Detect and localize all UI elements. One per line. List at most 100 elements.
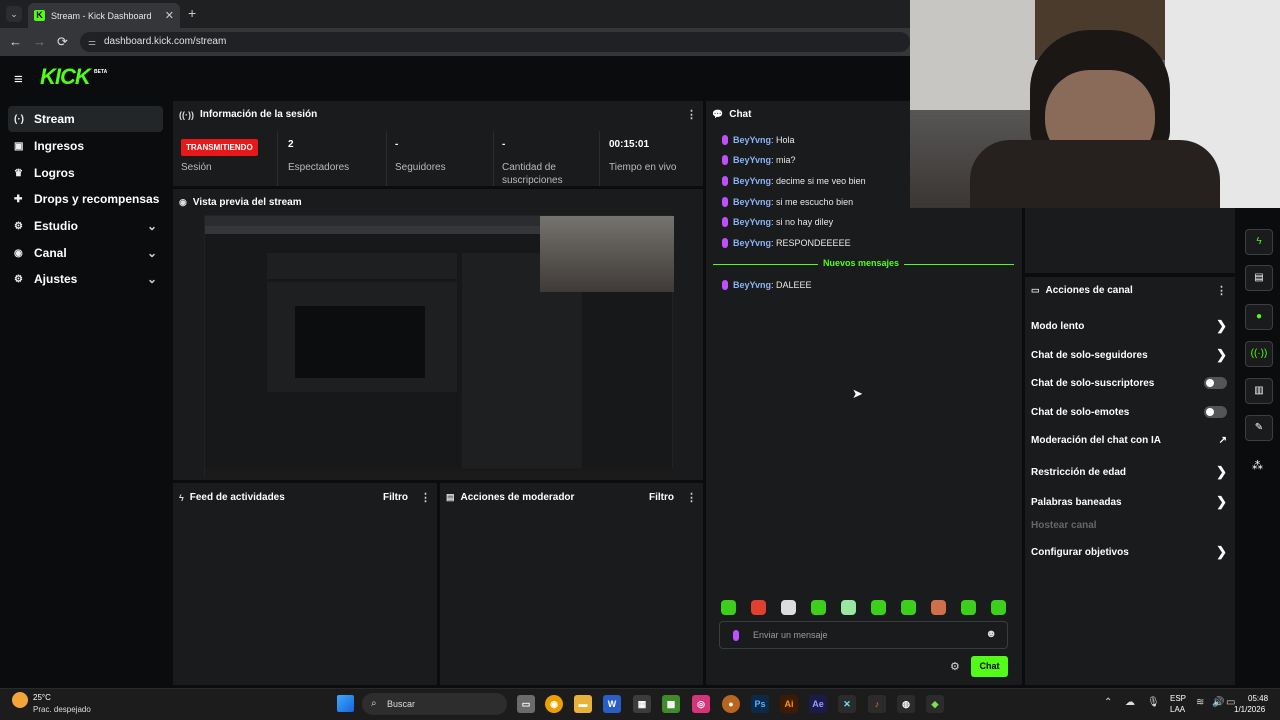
cloud-icon[interactable]: ☁ [1125,697,1135,708]
more-options-icon[interactable]: ⋮ [420,491,431,504]
session-title: Información de la sesión [200,109,318,120]
emote-icon[interactable] [901,600,916,615]
more-options-icon[interactable]: ⋮ [1216,284,1227,297]
chat-username[interactable]: BeyYvng [733,238,771,248]
toggle-switch[interactable] [1204,406,1227,418]
chat-username[interactable]: BeyYvng [733,135,771,145]
sidebar-item-stream[interactable]: (·) Stream [8,106,163,132]
sidebar-item-estudio[interactable]: ⚙ Estudio ⌄ [8,213,163,239]
language-code[interactable]: ESP [1170,694,1186,703]
sidebar-item-ingresos[interactable]: ▣ Ingresos [8,133,163,159]
forward-button[interactable]: → [33,34,46,49]
clock-time[interactable]: 05:48 [1248,694,1268,703]
minecraft-block-icon[interactable]: ◆ [926,695,944,713]
action-solo-emotes[interactable]: Chat de solo-emotes [1031,406,1227,418]
keyboard-layout[interactable]: LAA [1170,705,1185,714]
toggle-switch[interactable] [1204,377,1227,389]
chat-message[interactable]: BeyYvng: RESPONDEEEEE [722,238,851,248]
chat-message[interactable]: BeyYvng: mia? [722,155,796,165]
illustrator-icon[interactable]: Ai [780,695,798,713]
emote-icon[interactable] [781,600,796,615]
chat-username[interactable]: BeyYvng [733,280,771,290]
close-tab-icon[interactable]: ✕ [165,9,174,22]
site-info-icon[interactable]: ⚌ [88,32,96,52]
emoji-icon[interactable]: ☻ [985,628,997,640]
browser-tab[interactable]: K Stream - Kick Dashboard ✕ [28,3,180,28]
menu-icon[interactable]: ≡ [14,71,23,88]
chevron-up-icon[interactable]: ⌃ [1104,697,1112,708]
tab-list-button[interactable]: ⌄ [6,6,22,22]
mic-icon[interactable]: 🎙 [1147,697,1160,708]
more-options-icon[interactable]: ⋮ [686,491,697,504]
action-moderacion-ia[interactable]: Moderación del chat con IA ↗ [1031,435,1227,446]
share-icon[interactable]: ⁂ [1252,459,1263,472]
action-solo-suscriptores[interactable]: Chat de solo-suscriptores [1031,377,1227,389]
word-icon[interactable]: W [603,695,621,713]
reload-button[interactable]: ⟳ [57,34,68,50]
action-palabras-baneadas[interactable]: Palabras baneadas ❯ [1031,494,1227,510]
emote-icon[interactable] [841,600,856,615]
emote-icon[interactable] [811,600,826,615]
filter-button[interactable]: Filtro [649,492,674,503]
chat-username[interactable]: BeyYvng [733,197,771,207]
capcut-icon[interactable]: ✕ [838,695,856,713]
emote-icon[interactable] [931,600,946,615]
wrench-icon[interactable]: ✎ [1245,415,1273,441]
preview-inner-video [295,306,425,378]
emote-icon[interactable] [721,600,736,615]
layout-icon[interactable]: ▥ [1245,378,1273,404]
chat-message[interactable]: BeyYvng: Hola [722,135,795,145]
chat-username[interactable]: BeyYvng [733,176,771,186]
kick-logo[interactable]: KICK [40,64,91,90]
action-configurar-objetivos[interactable]: Configurar objetivos ❯ [1031,544,1227,560]
document-icon[interactable]: ▤ [1245,265,1273,291]
instagram-icon[interactable]: ◎ [692,695,710,713]
filter-button[interactable]: Filtro [383,492,408,503]
chat-bubble-icon[interactable]: ● [1245,304,1273,330]
chat-settings-icon[interactable]: ⚙ [950,660,960,673]
clock-date[interactable]: 1/1/2026 [1234,705,1265,714]
chat-message[interactable]: BeyYvng: si me escucho bien [722,197,853,207]
new-tab-button[interactable]: + [188,5,196,21]
store-icon[interactable]: ▦ [633,695,651,713]
after-effects-icon[interactable]: Ae [809,695,827,713]
photoshop-icon[interactable]: Ps [751,695,769,713]
stream-preview-video[interactable] [204,215,674,479]
emote-icon[interactable] [751,600,766,615]
broadcast-icon[interactable]: ((·)) [1245,341,1273,367]
action-label: Palabras baneadas [1031,496,1122,508]
minecraft-icon[interactable]: ▩ [662,695,680,713]
sidebar-item-drops[interactable]: ✚ Drops y recompensas [8,186,163,212]
app-icon[interactable]: ● [722,695,740,713]
sidebar-item-logros[interactable]: ♛ Logros [8,160,163,186]
obs-icon[interactable]: ◍ [897,695,915,713]
lightning-icon[interactable]: ϟ [1245,229,1273,255]
chrome-icon[interactable]: ◉ [545,695,563,713]
volume-icon[interactable]: 🔊 [1212,697,1224,708]
weather-icon[interactable] [12,692,28,708]
microphone-icon[interactable]: ♪ [868,695,886,713]
taskbar-search[interactable]: ⌕ Buscar [362,693,507,715]
sidebar-item-canal[interactable]: ◉ Canal ⌄ [8,240,163,266]
start-icon[interactable] [337,695,354,712]
chat-message[interactable]: BeyYvng: si no hay diley [722,217,833,227]
send-chat-button[interactable]: Chat [971,656,1008,677]
action-restriccion-edad[interactable]: Restricción de edad ❯ [1031,464,1227,480]
wifi-icon[interactable]: ≋ [1196,697,1204,708]
action-solo-seguidores[interactable]: Chat de solo-seguidores ❯ [1031,347,1227,363]
chat-message[interactable]: BeyYvng: decime si me veo bien [722,176,866,186]
emote-icon[interactable] [871,600,886,615]
emote-icon[interactable] [961,600,976,615]
chat-username[interactable]: BeyYvng [733,155,771,165]
file-explorer-icon[interactable]: ▬ [574,695,592,713]
action-modo-lento[interactable]: Modo lento ❯ [1031,318,1227,334]
back-button[interactable]: ← [9,34,22,49]
chat-message[interactable]: BeyYvng: DALEEE [722,280,812,290]
chat-input[interactable]: Enviar un mensaje ☻ [719,621,1008,649]
sidebar-item-ajustes[interactable]: ⚙ Ajustes ⌄ [8,266,163,292]
more-options-icon[interactable]: ⋮ [686,108,697,121]
emote-icon[interactable] [991,600,1006,615]
task-view-icon[interactable]: ▭ [517,695,535,713]
address-bar[interactable]: ⚌ dashboard.kick.com/stream [80,32,910,52]
chat-username[interactable]: BeyYvng [733,217,771,227]
